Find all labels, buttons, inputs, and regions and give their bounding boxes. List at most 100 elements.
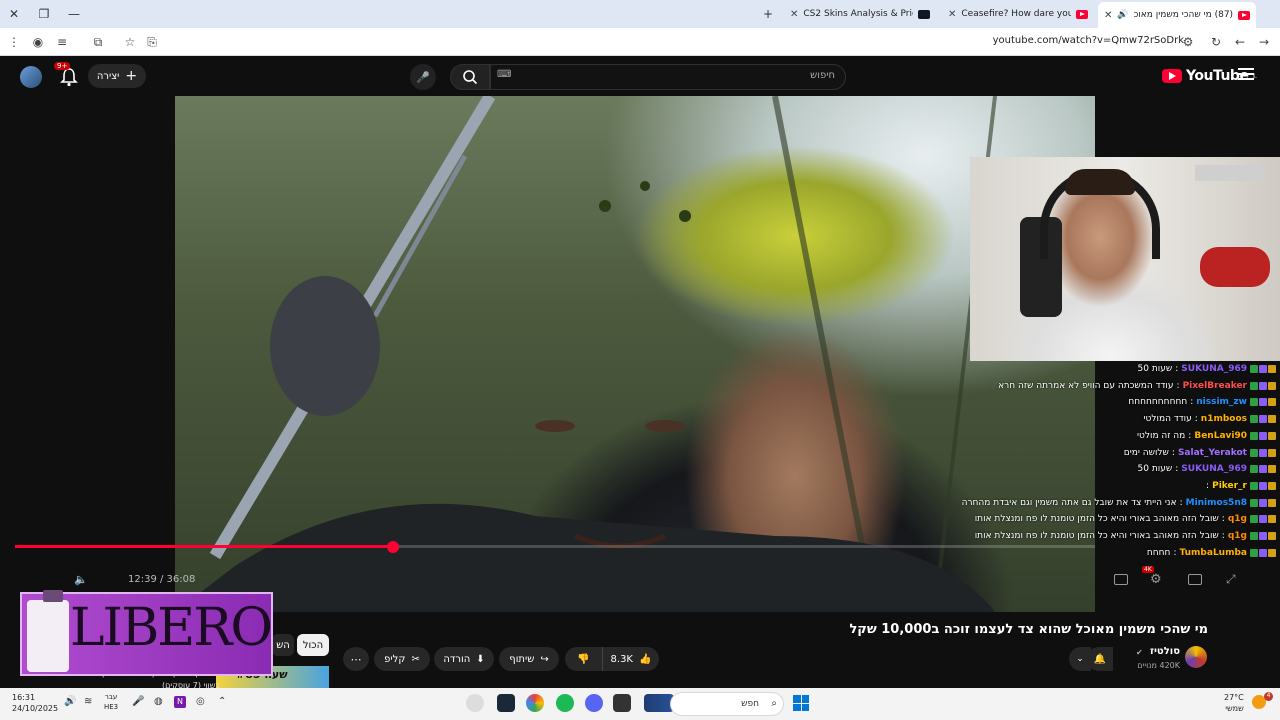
taskbar-clock[interactable]: 16:31 24/10/2025	[12, 692, 58, 714]
chat-badge-icon	[1250, 465, 1258, 474]
subscription-dropdown-button[interactable]: ⌄	[1069, 647, 1091, 671]
speaker-icon[interactable]: 🔊	[64, 696, 76, 707]
channel-avatar[interactable]	[1185, 646, 1207, 668]
reload-icon[interactable]: ↻	[1206, 32, 1226, 52]
minimize-window-icon[interactable]: —	[64, 4, 84, 24]
screenshot-icon[interactable]: ⎘	[142, 32, 162, 52]
subtitles-icon[interactable]	[1114, 574, 1128, 585]
channel-name[interactable]: סולטיז	[1150, 646, 1180, 657]
chat-badge-icon	[1259, 381, 1267, 390]
file-app-icon[interactable]	[613, 694, 631, 712]
more-actions-button[interactable]: ⋯	[343, 647, 369, 671]
chat-separator: :	[1173, 547, 1177, 558]
chat-message-text: חחחחחחחחחח	[1128, 397, 1188, 408]
close-tab-icon[interactable]: ✕	[1104, 10, 1112, 21]
keyboard-icon[interactable]: ⌨	[497, 69, 511, 80]
tray-overflow-chevron-icon[interactable]: ⌃	[218, 696, 226, 707]
dislike-button[interactable]: 👎	[565, 647, 603, 671]
close-tab-icon[interactable]: ✕	[790, 9, 798, 20]
chat-username: Minimos5n8	[1185, 497, 1247, 508]
restore-window-icon[interactable]: ❐	[34, 4, 54, 24]
bookmark-star-icon[interactable]: ☆	[120, 32, 140, 52]
app-icon-recording[interactable]	[466, 694, 484, 712]
mic-tray-icon[interactable]: 🎤	[132, 696, 144, 707]
chat-username: q1g	[1227, 514, 1247, 525]
wifi-icon[interactable]: ≋	[84, 696, 92, 707]
ad-brand-text: LIBERO	[70, 598, 273, 658]
chat-badges	[1250, 398, 1276, 407]
close-tab-icon[interactable]: ✕	[948, 9, 956, 20]
libero-ad-overlay[interactable]: LIBERO	[20, 590, 273, 676]
lang-top: עבר	[104, 693, 118, 701]
chat-message: שלושה ימים: Salat_Yerakot	[1124, 445, 1276, 461]
chat-separator: :	[1176, 380, 1180, 391]
chat-badge-icon	[1268, 431, 1276, 440]
new-tab-button[interactable]: +	[758, 4, 778, 24]
chat-badge-icon	[1250, 381, 1258, 390]
video-player[interactable]	[175, 96, 1095, 612]
chat-badge-icon	[1250, 398, 1258, 407]
miniplayer-icon[interactable]	[1188, 574, 1202, 585]
voice-search-button[interactable]: 🎤	[410, 64, 436, 90]
back-arrow-icon[interactable]: ←	[1230, 32, 1250, 52]
profile-icon[interactable]: ◉	[28, 32, 48, 52]
chat-message: : Piker_r	[1203, 478, 1276, 494]
chip-all[interactable]: הכול	[297, 634, 329, 656]
chat-message-text: שלושה ימים	[1123, 447, 1169, 458]
settings-gear-icon[interactable]: ⚙	[1150, 572, 1162, 587]
edge-tray-icon[interactable]: ◍	[154, 696, 163, 707]
chat-badges	[1250, 481, 1276, 490]
volume-icon[interactable]: 🔈	[74, 573, 88, 586]
chrome-icon[interactable]	[526, 694, 544, 712]
browser-tab-1[interactable]: ✕ Ceasefire? How dare you! - You	[942, 3, 1094, 25]
chat-username: Salat_Yerakot	[1177, 447, 1247, 458]
extension-icon[interactable]: ≡	[52, 32, 72, 52]
notifications-button[interactable]: 9+	[54, 62, 80, 88]
close-window-icon[interactable]: ✕	[4, 4, 24, 24]
discord-icon[interactable]	[585, 694, 603, 712]
puzzle-icon[interactable]: ⧉	[88, 32, 108, 52]
avatar[interactable]	[20, 66, 42, 88]
taskbar-search-box[interactable]: חפש ⌕	[670, 692, 784, 716]
chevron-down-icon: ⌄	[1076, 654, 1084, 664]
time-display: 12:39 / 36:08	[128, 574, 196, 585]
create-button[interactable]: יצירה +	[88, 64, 146, 88]
tab-title: Ceasefire? How dare you! - You	[961, 9, 1072, 19]
progress-scrubber[interactable]	[387, 540, 399, 553]
download-button[interactable]: הורדה ⬇	[434, 647, 494, 671]
search-input[interactable]: חיפוש ⌨	[490, 64, 846, 90]
browser-tab-2-active[interactable]: ✕ 🔊 (87) מי שהכי משמין מאוכל ב	[1098, 2, 1256, 28]
share-button[interactable]: שיתוף ↪	[499, 647, 559, 671]
kebab-menu-icon[interactable]: ⋮	[4, 32, 24, 52]
clip-button[interactable]: קליפ ✂	[374, 647, 430, 671]
onenote-icon[interactable]: N	[174, 696, 186, 708]
chat-badge-icon	[1259, 515, 1267, 524]
quality-badge: 4K	[1142, 566, 1154, 573]
steam-icon[interactable]	[497, 694, 515, 712]
forward-arrow-icon[interactable]: →	[1254, 32, 1274, 52]
search-button[interactable]	[450, 64, 490, 90]
spotify-icon[interactable]	[556, 694, 574, 712]
site-settings-icon[interactable]: ⚙	[1178, 32, 1198, 52]
chat-separator: :	[1221, 514, 1225, 525]
chip-partial[interactable]: הש	[272, 634, 294, 656]
audio-icon[interactable]: 🔊	[1117, 10, 1128, 20]
chat-message: שעות 50: SUKUNA_969	[1138, 461, 1276, 477]
fullscreen-icon[interactable]: ⤢	[1226, 572, 1236, 587]
chat-badge-icon	[1259, 398, 1267, 407]
hamburger-menu-icon[interactable]	[1238, 68, 1254, 82]
taskbar-weather[interactable]: 27°C שמשי	[1224, 692, 1244, 714]
youtube-icon	[1076, 9, 1088, 19]
url-field[interactable]: youtube.com/watch?v=Qmw72rSoDrk	[993, 35, 1184, 46]
clock-date: 24/10/2025	[12, 704, 59, 713]
network-icon[interactable]: ◎	[196, 696, 205, 707]
input-language[interactable]: עבר HE3	[104, 692, 118, 712]
video-progress-bar[interactable]	[15, 540, 1095, 553]
windows-start-icon[interactable]	[793, 695, 809, 711]
chat-badge-icon	[1259, 448, 1267, 457]
browser-tab-0[interactable]: ✕ CS2 Skins Analysis & Price Com	[784, 3, 936, 25]
chat-separator: :	[1190, 397, 1194, 408]
chat-badge-icon	[1259, 431, 1267, 440]
like-button[interactable]: 8.3K 👍	[603, 647, 659, 671]
chat-message: שעות 50: SUKUNA_969	[1138, 361, 1276, 377]
